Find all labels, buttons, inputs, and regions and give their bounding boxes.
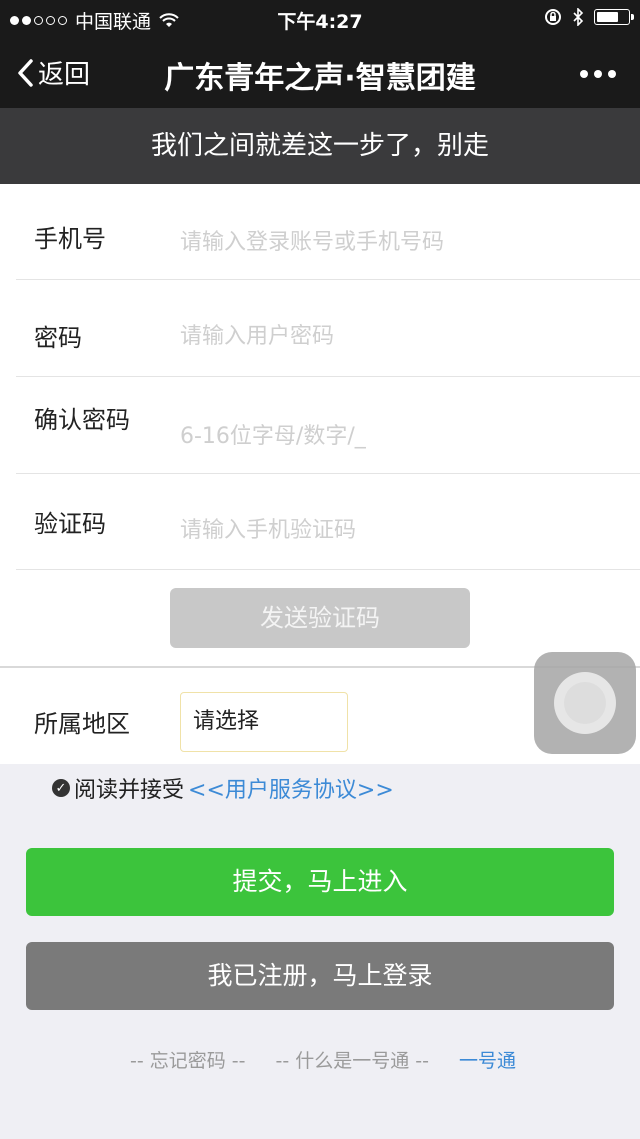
status-bar: 中国联通 下午4:27 (0, 0, 640, 36)
password-row[interactable]: 密码 请输入用户密码 (16, 281, 640, 377)
region-select[interactable]: 请选择 (180, 692, 348, 752)
page-title: 广东青年之声·智慧团建 (164, 61, 476, 96)
agreement-text: 阅读并接受 (74, 778, 185, 803)
battery-level (597, 12, 618, 22)
verification-code-label: 验证码 (34, 510, 106, 538)
rotation-lock-icon (545, 9, 561, 25)
verification-code-row[interactable]: 验证码 请输入手机验证码 (16, 474, 640, 570)
agreement-row[interactable]: ✓ 阅读并接受 <<用户服务协议>> (52, 772, 394, 804)
verification-code-input[interactable]: 请输入手机验证码 (180, 512, 356, 544)
footer-links: -- 忘记密码 -- -- 什么是一号通 -- 一号通 (129, 1050, 516, 1072)
user-agreement-link[interactable]: <<用户服务协议>> (188, 772, 394, 804)
confirm-password-label: 确认密码 (34, 406, 130, 434)
phone-row[interactable]: 手机号 请输入登录账号或手机号码 (16, 184, 640, 280)
phone-input[interactable]: 请输入登录账号或手机号码 (180, 224, 444, 256)
account-link[interactable]: 一号通 (459, 1050, 516, 1072)
nav-bar: 返回 广东青年之声·智慧团建 (0, 36, 640, 108)
confirm-password-input[interactable]: 6-16位字母/数字/_ (180, 418, 366, 450)
confirm-password-row[interactable]: 确认密码 6-16位字母/数字/_ (16, 378, 640, 474)
forgot-password-link[interactable]: 忘记密码 (150, 1050, 226, 1072)
bluetooth-icon (573, 8, 584, 26)
phone-label: 手机号 (34, 225, 106, 253)
assistive-touch-button[interactable] (534, 652, 636, 754)
submit-button[interactable]: 提交，马上进入 (26, 848, 614, 916)
status-right (544, 8, 634, 26)
region-label: 所属地区 (34, 710, 130, 738)
more-menu-icon[interactable] (580, 70, 616, 78)
assistive-touch-core (564, 682, 606, 724)
send-code-button[interactable]: 发送验证码 (170, 588, 470, 648)
battery-icon (594, 9, 634, 25)
banner-message: 我们之间就差这一步了，别走 (0, 108, 640, 184)
checkbox-checked-icon[interactable]: ✓ (52, 779, 70, 797)
password-label: 密码 (34, 324, 82, 352)
password-input[interactable]: 请输入用户密码 (180, 318, 334, 350)
login-button[interactable]: 我已注册，马上登录 (26, 942, 614, 1010)
what-is-account-link[interactable]: 什么是一号通 (295, 1050, 409, 1072)
